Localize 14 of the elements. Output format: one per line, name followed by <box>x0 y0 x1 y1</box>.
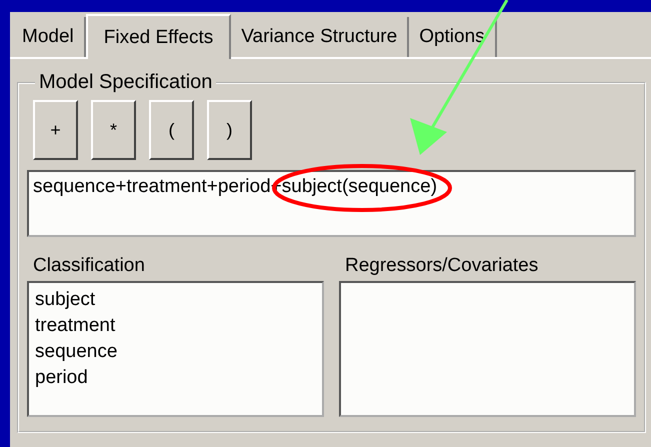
operator-button[interactable]: ) <box>207 100 252 160</box>
tab[interactable]: Fixed Effects <box>86 14 232 59</box>
regressors-list[interactable] <box>339 281 636 417</box>
operator-button[interactable]: ( <box>149 100 194 160</box>
classification-list[interactable]: subject treatment sequence period <box>27 281 324 417</box>
list-item[interactable]: sequence <box>35 339 316 365</box>
list-label: Regressors/Covariates <box>344 255 540 277</box>
list-item[interactable]: treatment <box>35 313 316 339</box>
group-title: Model Specification <box>38 71 214 94</box>
list-item[interactable]: subject <box>35 287 316 313</box>
operator-button[interactable]: * <box>91 100 136 160</box>
list-item[interactable]: period <box>35 365 316 391</box>
operator-button[interactable]: + <box>33 100 78 160</box>
list-label: Classification <box>32 255 146 277</box>
